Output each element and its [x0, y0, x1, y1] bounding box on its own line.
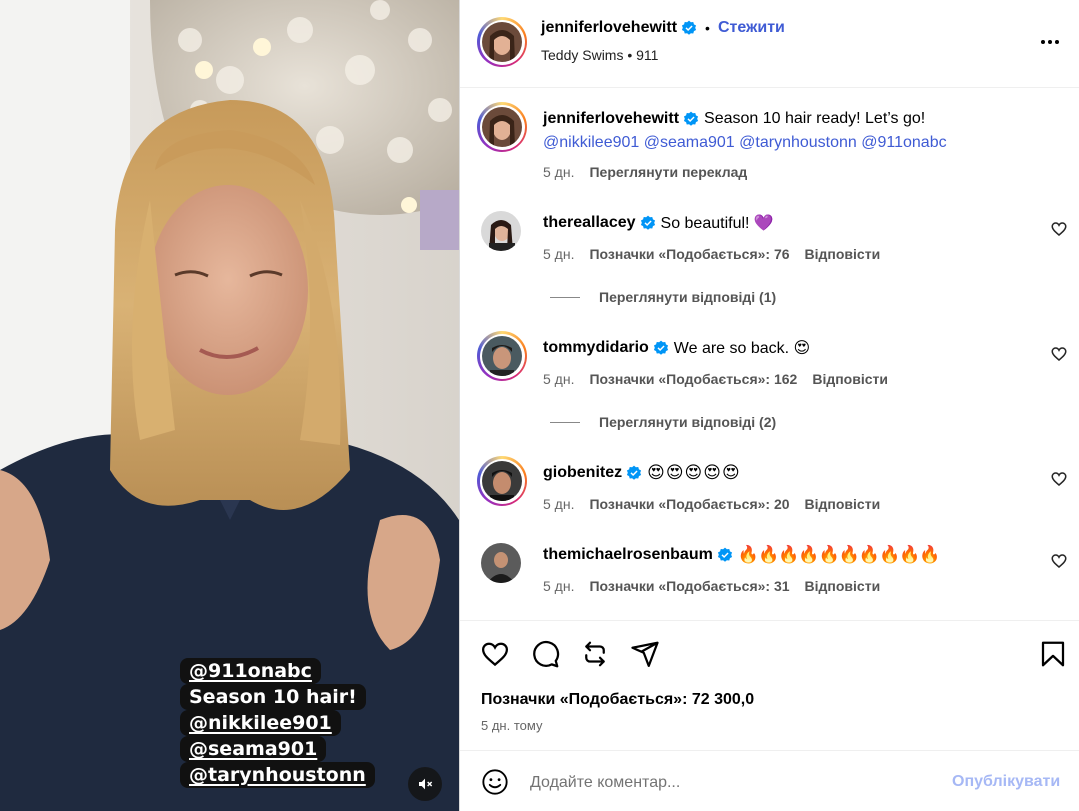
post-likes-count[interactable]: Позначки «Подобається»: 72 300,0: [481, 691, 754, 709]
comment-age: 5 дн.: [543, 496, 575, 512]
view-replies-button[interactable]: Переглянути відповіді (1): [550, 289, 776, 305]
verified-badge-icon: [683, 111, 699, 126]
sticker-line: @seama901: [180, 736, 327, 762]
verified-badge-icon: [627, 465, 642, 480]
like-comment-heart-icon[interactable]: [1050, 345, 1068, 363]
comment-icon[interactable]: [530, 639, 560, 669]
comment-line: tommydidario We are so back. 😍: [543, 338, 810, 358]
mute-button[interactable]: [408, 767, 442, 801]
comment-text: 😍😍😍😍😍: [647, 463, 741, 483]
caption-username[interactable]: jenniferlovehewitt: [543, 110, 679, 128]
comment-likes[interactable]: Позначки «Подобається»: 76: [589, 246, 789, 262]
verified-badge-icon: [717, 547, 732, 562]
post-header: jenniferlovehewitt • Стежити Teddy Swims…: [460, 0, 1079, 88]
post-side-panel: jenniferlovehewitt • Стежити Teddy Swims…: [459, 0, 1079, 811]
comment-text: 🔥🔥🔥🔥🔥🔥🔥🔥🔥🔥: [737, 545, 941, 565]
comment-line: giobenitez 😍😍😍😍😍: [543, 463, 741, 483]
comment-username[interactable]: tommydidario: [543, 339, 649, 357]
comment-age: 5 дн.: [543, 578, 575, 594]
author-username[interactable]: jenniferlovehewitt: [541, 19, 677, 37]
comment-line: themichaelrosenbaum 🔥🔥🔥🔥🔥🔥🔥🔥🔥🔥: [543, 545, 940, 565]
repost-icon[interactable]: [580, 639, 610, 669]
caption-line: jenniferlovehewitt Season 10 hair ready!…: [543, 110, 925, 128]
comment-avatar[interactable]: [481, 211, 521, 251]
comment-likes[interactable]: Позначки «Подобається»: 31: [589, 578, 789, 594]
emoji-icon[interactable]: [481, 768, 509, 796]
caption-author-avatar[interactable]: [477, 102, 527, 152]
comment-meta: 5 дн. Позначки «Подобається»: 20 Відпові…: [543, 496, 880, 512]
sticker-line: @nikkilee901: [180, 710, 341, 736]
post-media[interactable]: @911onabc Season 10 hair! @nikkilee901 @…: [0, 0, 459, 811]
comment-text: So beautiful! 💜: [660, 215, 774, 232]
sticker-line: Season 10 hair!: [180, 684, 366, 710]
verified-badge-icon: [681, 20, 697, 35]
more-options-icon: [1041, 40, 1059, 44]
caption-text: Season 10 hair ready! Let’s go!: [704, 110, 926, 127]
comment-likes[interactable]: Позначки «Подобається»: 162: [589, 371, 797, 387]
caption-mentions[interactable]: @nikkilee901 @seama901 @tarynhoustonn @9…: [543, 134, 947, 152]
sticker-line: @tarynhoustonn: [180, 762, 375, 788]
author-avatar[interactable]: [477, 17, 527, 67]
bookmark-icon[interactable]: [1038, 639, 1068, 669]
like-comment-heart-icon[interactable]: [1050, 552, 1068, 570]
more-options-button[interactable]: [1038, 30, 1062, 54]
caption-sticker: @911onabc Season 10 hair! @nikkilee901 @…: [180, 658, 375, 788]
caption-age: 5 дн.: [543, 164, 575, 180]
comment-composer: Опублікувати: [460, 750, 1079, 811]
see-translation-button[interactable]: Переглянути переклад: [589, 164, 747, 180]
caption-meta: 5 дн. Переглянути переклад: [543, 164, 747, 180]
audio-track-link[interactable]: Teddy Swims • 911: [541, 47, 658, 63]
mute-icon: [419, 778, 433, 790]
view-replies-label: Переглянути відповіді (1): [599, 289, 777, 305]
comment-avatar[interactable]: [481, 543, 521, 583]
share-icon[interactable]: [630, 639, 660, 669]
comment-meta: 5 дн. Позначки «Подобається»: 162 Відпов…: [543, 371, 888, 387]
verified-badge-icon: [640, 215, 655, 230]
header-separator: •: [705, 20, 710, 36]
comment-username[interactable]: thereallacey: [543, 214, 636, 232]
view-replies-button[interactable]: Переглянути відповіді (2): [550, 414, 776, 430]
header-user-line: jenniferlovehewitt • Стежити: [541, 19, 785, 37]
comment-meta: 5 дн. Позначки «Подобається»: 76 Відпові…: [543, 246, 880, 262]
heart-icon[interactable]: [480, 639, 510, 669]
reply-button[interactable]: Відповісти: [805, 578, 881, 594]
comment-username[interactable]: giobenitez: [543, 464, 622, 482]
comment-avatar[interactable]: [477, 331, 527, 381]
comment-meta: 5 дн. Позначки «Подобається»: 31 Відпові…: [543, 578, 880, 594]
comment-username[interactable]: themichaelrosenbaum: [543, 546, 713, 564]
comment-line: thereallacey So beautiful! 💜: [543, 213, 774, 233]
reply-button[interactable]: Відповісти: [805, 246, 881, 262]
comment-likes[interactable]: Позначки «Подобається»: 20: [589, 496, 789, 512]
like-comment-heart-icon[interactable]: [1050, 220, 1068, 238]
post-timestamp[interactable]: 5 дн. тому: [481, 718, 542, 733]
view-replies-label: Переглянути відповіді (2): [599, 414, 777, 430]
reply-button[interactable]: Відповісти: [812, 371, 888, 387]
comment-input[interactable]: [530, 771, 930, 795]
publish-comment-button[interactable]: Опублікувати: [952, 773, 1060, 791]
comment-avatar[interactable]: [477, 456, 527, 506]
sticker-line: @911onabc: [180, 658, 321, 684]
follow-button[interactable]: Стежити: [718, 19, 785, 37]
reply-button[interactable]: Відповісти: [805, 496, 881, 512]
like-comment-heart-icon[interactable]: [1050, 470, 1068, 488]
comment-age: 5 дн.: [543, 371, 575, 387]
comment-text: We are so back. 😍: [673, 340, 811, 357]
verified-badge-icon: [653, 340, 668, 355]
comment-age: 5 дн.: [543, 246, 575, 262]
